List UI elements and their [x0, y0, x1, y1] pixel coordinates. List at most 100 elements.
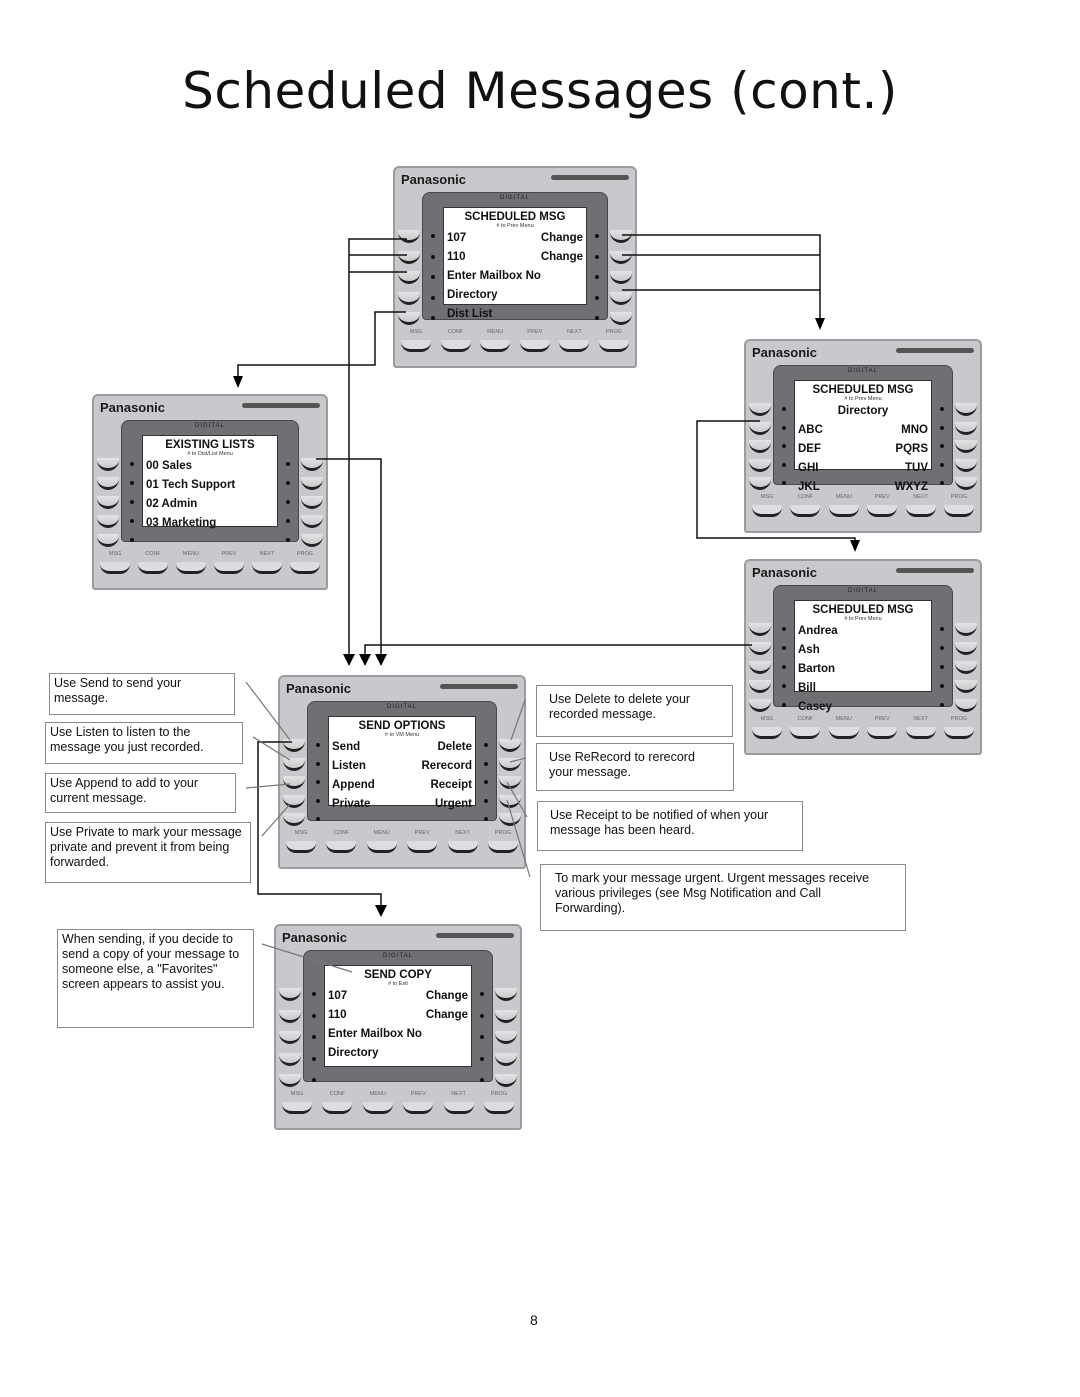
soft-key-left[interactable]: [279, 1031, 301, 1044]
soft-key-right[interactable]: [301, 458, 323, 471]
soft-key-left[interactable]: [398, 312, 420, 325]
soft-key-left[interactable]: [283, 776, 305, 789]
function-key-prev[interactable]: PREV: [867, 493, 898, 525]
soft-key-right[interactable]: [955, 421, 977, 435]
function-key-conf[interactable]: CONF: [790, 493, 821, 525]
function-key-msg[interactable]: MSG: [286, 829, 316, 861]
soft-key-right[interactable]: [955, 642, 977, 655]
function-key-prev[interactable]: PREV: [519, 328, 550, 360]
function-key-prog[interactable]: PROG: [487, 829, 518, 861]
soft-key-left[interactable]: [398, 230, 420, 243]
function-key-button[interactable]: [867, 505, 898, 517]
soft-key-left[interactable]: [279, 988, 301, 1001]
function-key-button[interactable]: [483, 1102, 514, 1114]
soft-key-left[interactable]: [398, 291, 420, 305]
function-key-msg[interactable]: MSG: [100, 550, 130, 582]
soft-key-left[interactable]: [283, 757, 305, 771]
soft-key-right[interactable]: [955, 623, 977, 636]
function-key-menu[interactable]: MENU: [362, 1090, 393, 1122]
function-key-prev[interactable]: PREV: [403, 1090, 434, 1122]
soft-key-right[interactable]: [495, 1009, 517, 1023]
function-key-conf[interactable]: CONF: [440, 328, 471, 360]
function-key-msg[interactable]: MSG: [282, 1090, 312, 1122]
function-key-button[interactable]: [322, 1102, 353, 1114]
function-key-button[interactable]: [366, 841, 397, 853]
function-key-conf[interactable]: CONF: [326, 829, 357, 861]
soft-key-left[interactable]: [749, 623, 771, 636]
function-key-button[interactable]: [752, 505, 782, 517]
function-key-button[interactable]: [286, 841, 316, 853]
soft-key-right[interactable]: [495, 1031, 517, 1044]
function-key-prog[interactable]: PROG: [943, 493, 974, 525]
soft-key-right[interactable]: [499, 813, 521, 826]
function-key-next[interactable]: NEXT: [447, 829, 478, 861]
soft-key-right[interactable]: [495, 988, 517, 1001]
function-key-button[interactable]: [252, 562, 282, 574]
function-key-prog[interactable]: PROG: [483, 1090, 514, 1122]
function-key-button[interactable]: [598, 340, 629, 352]
function-key-button[interactable]: [559, 340, 590, 352]
soft-key-left[interactable]: [283, 739, 305, 752]
function-key-button[interactable]: [138, 562, 168, 574]
function-key-msg[interactable]: MSG: [752, 493, 782, 525]
function-key-button[interactable]: [403, 1102, 434, 1114]
function-key-button[interactable]: [290, 562, 320, 574]
function-key-button[interactable]: [487, 841, 518, 853]
function-key-button[interactable]: [326, 841, 357, 853]
function-key-conf[interactable]: CONF: [790, 715, 821, 747]
function-key-button[interactable]: [447, 841, 478, 853]
function-key-button[interactable]: [443, 1102, 474, 1114]
function-key-prog[interactable]: PROG: [290, 550, 320, 582]
function-key-button[interactable]: [905, 505, 936, 517]
function-key-button[interactable]: [407, 841, 438, 853]
function-key-button[interactable]: [828, 505, 859, 517]
soft-key-left[interactable]: [398, 250, 420, 264]
function-key-conf[interactable]: CONF: [322, 1090, 353, 1122]
soft-key-left[interactable]: [97, 496, 119, 509]
function-key-next[interactable]: NEXT: [905, 715, 936, 747]
soft-key-left[interactable]: [398, 271, 420, 284]
soft-key-right[interactable]: [499, 794, 521, 808]
function-key-next[interactable]: NEXT: [559, 328, 590, 360]
soft-key-right[interactable]: [301, 477, 323, 490]
soft-key-right[interactable]: [955, 477, 977, 490]
function-key-button[interactable]: [519, 340, 550, 352]
soft-key-right[interactable]: [955, 440, 977, 453]
function-key-msg[interactable]: MSG: [401, 328, 431, 360]
function-key-button[interactable]: [905, 727, 936, 739]
soft-key-left[interactable]: [749, 403, 771, 416]
function-key-button[interactable]: [752, 727, 782, 739]
soft-key-right[interactable]: [499, 776, 521, 789]
function-key-conf[interactable]: CONF: [138, 550, 168, 582]
soft-key-right[interactable]: [955, 458, 977, 472]
soft-key-right[interactable]: [955, 403, 977, 416]
soft-key-right[interactable]: [301, 534, 323, 547]
soft-key-right[interactable]: [499, 739, 521, 752]
soft-key-left[interactable]: [279, 1009, 301, 1023]
soft-key-left[interactable]: [749, 458, 771, 472]
soft-key-right[interactable]: [610, 291, 632, 305]
function-key-menu[interactable]: MENU: [176, 550, 206, 582]
function-key-button[interactable]: [214, 562, 244, 574]
soft-key-right[interactable]: [301, 496, 323, 509]
soft-key-left[interactable]: [97, 534, 119, 547]
function-key-menu[interactable]: MENU: [480, 328, 511, 360]
function-key-menu[interactable]: MENU: [828, 715, 859, 747]
soft-key-right[interactable]: [955, 680, 977, 693]
soft-key-left[interactable]: [749, 642, 771, 655]
soft-key-right[interactable]: [495, 1052, 517, 1066]
function-key-button[interactable]: [790, 505, 821, 517]
function-key-msg[interactable]: MSG: [752, 715, 782, 747]
soft-key-right[interactable]: [610, 312, 632, 325]
soft-key-right[interactable]: [301, 515, 323, 528]
function-key-button[interactable]: [100, 562, 130, 574]
soft-key-left[interactable]: [97, 458, 119, 471]
soft-key-left[interactable]: [749, 680, 771, 693]
function-key-prog[interactable]: PROG: [598, 328, 629, 360]
function-key-button[interactable]: [790, 727, 821, 739]
soft-key-left[interactable]: [749, 440, 771, 453]
soft-key-right[interactable]: [610, 250, 632, 264]
function-key-prev[interactable]: PREV: [407, 829, 438, 861]
soft-key-right[interactable]: [610, 230, 632, 243]
function-key-button[interactable]: [867, 727, 898, 739]
